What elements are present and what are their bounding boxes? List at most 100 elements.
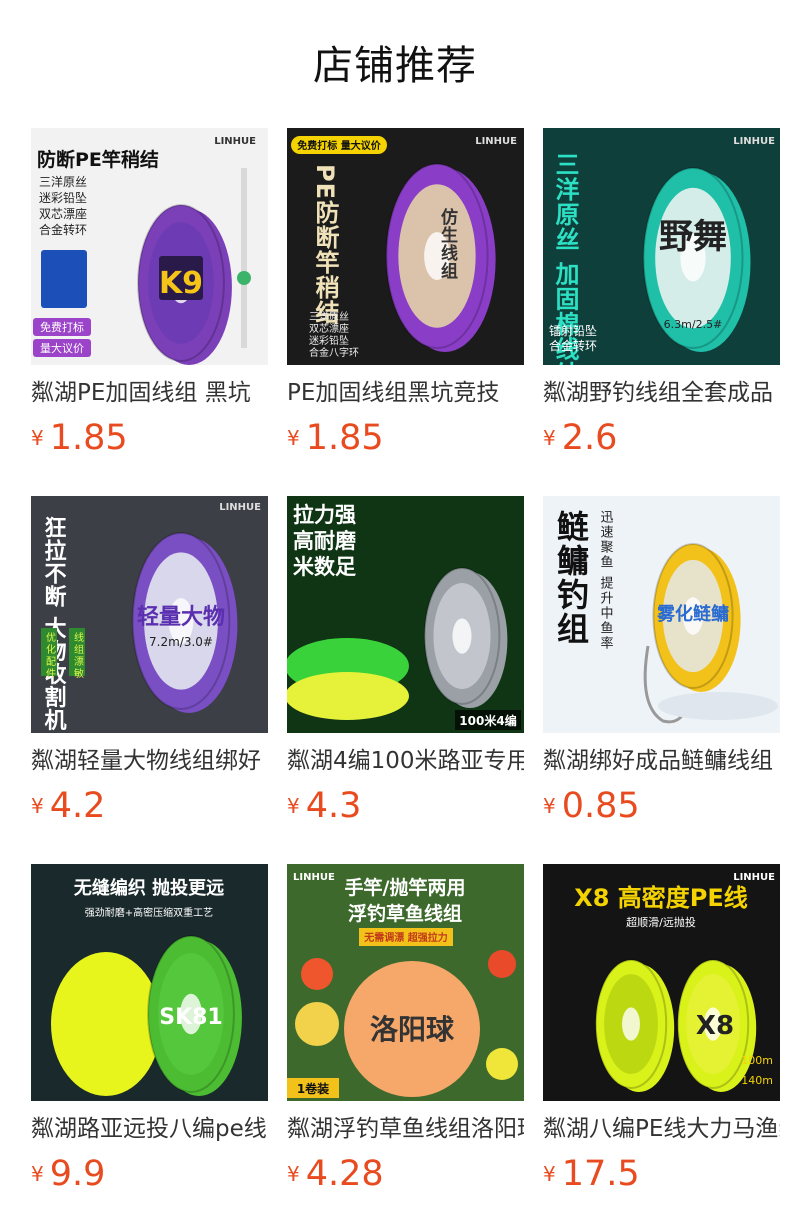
image-headline: 高耐磨 [293,529,356,553]
currency-symbol: ¥ [31,1162,44,1186]
image-headline: 鲢鳙钓组 [552,510,590,646]
currency-symbol: ¥ [543,1162,556,1186]
image-feature: 镭射铅坠 [549,323,597,338]
product-price: ¥9.9 [31,1152,105,1196]
product-card[interactable]: LINHUE 防断PE竿稍结三洋原丝迷彩铅坠 双芯漂座 合金转环 K9 免费打标量大议价粼… [31,128,268,458]
product-name[interactable]: 粼湖浮钓草鱼线组洛阳球 [287,1112,524,1146]
price-value: 1.85 [49,418,128,458]
product-image[interactable]: 无缝编织 抛投更远强劲耐磨+高密压缩双重工艺 SK81 [31,864,268,1101]
spool-label: 洛阳球 [370,1013,455,1046]
image-subtitle: 强劲耐磨+高密压缩双重工艺 [85,906,213,919]
price-value: 9.9 [49,1154,106,1194]
currency-symbol: ¥ [543,794,556,818]
product-name[interactable]: 粼湖轻量大物线组绑好 [31,744,268,778]
brand-logo: LINHUE [219,502,261,513]
image-feature: 双芯漂座 [39,206,87,221]
image-feature: 迷彩铅坠 [309,334,349,347]
product-image[interactable]: LINHUE X8 高密度PE线 超顺滑/远抛投 X8 100m 140m [543,864,780,1101]
brand-logo: LINHUE [475,136,517,147]
product-price: ¥4.28 [287,1152,384,1196]
image-feature: 合金八字环 [309,346,359,359]
product-card[interactable]: 免费打标 量大议价 LINHUE PE防断竿稍结 仿生线组三洋原丝 双芯漂座 迷彩铅坠 合金… [287,128,524,458]
image-headline: 浮钓草鱼线组 [348,902,462,925]
currency-symbol: ¥ [31,794,44,818]
currency-symbol: ¥ [287,794,300,818]
product-image[interactable]: 免费打标 量大议价 LINHUE PE防断竿稍结 仿生线组三洋原丝 双芯漂座 迷彩铅坠 合金… [287,128,524,365]
spool-label: 仿生线组 [437,207,458,280]
size-label: 140m [741,1074,773,1087]
image-headline: 手竿/抛竿两用 [345,876,466,899]
product-card[interactable]: LINHUE 手竿/抛竿两用 浮钓草鱼线组 无需调漂 超强拉力 洛阳球 1卷装 粼湖浮钓草鱼… [287,864,524,1194]
image-badge: 免费打标 [40,320,84,334]
currency-symbol: ¥ [543,426,556,450]
spool-spec: 7.2m/3.0# [149,635,213,649]
image-feature: 迷彩铅坠 [39,191,87,205]
product-card[interactable]: 无缝编织 抛投更远强劲耐磨+高密压缩双重工艺 SK81 粼湖路亚远投八编pe线 ¥9.… [31,864,268,1194]
image-feature: 双芯漂座 [309,322,349,335]
product-image-art: 拉力强高耐磨米数足 100米4编 [287,496,524,733]
currency-symbol: ¥ [287,1162,300,1186]
product-image-art: 免费打标 量大议价 LINHUE PE防断竿稍结 仿生线组三洋原丝双芯漂座迷彩铅坠合金… [287,128,524,365]
product-price: ¥4.3 [287,784,361,828]
price-value: 4.28 [305,1154,384,1194]
product-price: ¥0.85 [543,784,640,828]
product-name[interactable]: 粼湖路亚远投八编pe线 [31,1112,268,1146]
product-image[interactable]: LINHUE 三洋原丝 加固棉线结 野舞 6.3m/2.5# 镭射铅坠 合金转环 [543,128,780,365]
product-name[interactable]: 粼湖野钓线组全套成品 [543,376,780,410]
product-card[interactable]: LINHUE X8 高密度PE线 超顺滑/远抛投 X8 100m 140m 粼湖八编PE线大… [543,864,780,1194]
page-title: 店铺推荐 [313,43,477,89]
product-image-art: 鲢鳙钓组 迅速聚鱼 提升中鱼率 雾化鲢鳙 [543,496,780,733]
spool-label: K9 [159,266,203,301]
price-value: 2.6 [561,418,618,458]
spool-label: SK81 [159,1005,223,1030]
brand-logo: LINHUE [733,136,775,147]
image-feature: 合金转环 [39,222,87,237]
image-feature: 三洋原丝 [309,310,349,323]
product-name[interactable]: 粼湖绑好成品鲢鳙线组 [543,744,780,778]
product-image-art: LINHUE三洋原丝 加固棉线结 野舞6.3m/2.5#镭射铅坠合金转环 [543,128,780,365]
product-image-art: 无缝编织 抛投更远强劲耐磨+高密压缩双重工艺 SK81 [31,864,268,1101]
image-banner: 免费打标 量大议价 [297,139,381,152]
product-card[interactable]: LINHUE 狂拉不断 大物收割机 轻量大物 7.2m/3.0# 优化配件 线组漂敏粼湖轻… [31,496,268,826]
price-value: 17.5 [561,1154,640,1194]
product-image[interactable]: 拉力强 高耐磨 米数足 100米4编 [287,496,524,733]
image-tag: 优化配件 [44,631,56,680]
image-footer: 1卷装 [297,1081,329,1096]
spool-label: 轻量大物 [137,604,225,630]
image-footer: 100米4编 [459,713,516,728]
product-name[interactable]: 粼湖PE加固线组 黑坑 [31,376,268,410]
product-image-art: LINHUE 狂拉不断 大物收割机 轻量大物 7.2m/3.0# 优化配件 线组漂敏 [31,496,268,733]
image-headline: 防断PE竿稍结 [37,148,159,171]
price-value: 4.3 [305,786,362,826]
product-price: ¥1.85 [31,416,128,460]
product-card[interactable]: 拉力强 高耐磨 米数足 100米4编 粼湖4编100米路亚专用 ¥4.3 [287,496,524,826]
product-image-art: LINHUE 手竿/抛竿两用浮钓草鱼线组无需调漂 超强拉力洛阳球 1卷装 [287,864,524,1101]
product-image-art: LINHUEX8 高密度PE线超顺滑/远抛投 X8 100m 140m [543,864,780,1101]
image-feature: 三洋原丝 [39,174,87,189]
brand-logo: LINHUE [214,136,256,147]
product-card[interactable]: LINHUE 三洋原丝 加固棉线结 野舞 6.3m/2.5# 镭射铅坠 合金转环粼湖野钓线… [543,128,780,458]
image-headline: 无缝编织 抛投更远 [74,877,224,899]
image-tag: 线组漂敏 [72,631,84,680]
product-image[interactable]: LINHUE 防断PE竿稍结三洋原丝迷彩铅坠 双芯漂座 合金转环 K9 免费打标量大议价 [31,128,268,365]
product-image[interactable]: LINHUE 狂拉不断 大物收割机 轻量大物 7.2m/3.0# 优化配件 线组漂敏 [31,496,268,733]
image-headline: 狂拉不断 大物收割机 [41,516,67,732]
spool-label: X8 [696,1011,734,1041]
image-ribbon: 无需调漂 超强拉力 [363,931,447,944]
image-headline: 米数足 [293,555,356,579]
image-headline: PE防断竿稍结 [311,164,339,325]
price-value: 1.85 [305,418,384,458]
brand-logo: LINHUE [733,872,775,883]
product-name[interactable]: 粼湖4编100米路亚专用 [287,744,524,778]
product-image-art: LINHUE 防断PE竿稍结三洋原丝迷彩铅坠双芯漂座合金转环 K9 免费打标量大议价 [31,128,268,365]
product-image[interactable]: LINHUE 手竿/抛竿两用 浮钓草鱼线组 无需调漂 超强拉力 洛阳球 1卷装 [287,864,524,1101]
image-badge: 量大议价 [40,341,84,355]
image-headline: X8 高密度PE线 [574,884,748,912]
product-image[interactable]: 鲢鳙钓组 迅速聚鱼 提升中鱼率 雾化鲢鳙 [543,496,780,733]
currency-symbol: ¥ [31,426,44,450]
product-card[interactable]: 鲢鳙钓组 迅速聚鱼 提升中鱼率 雾化鲢鳙粼湖绑好成品鲢鳙线组 ¥0.85 [543,496,780,826]
product-price: ¥4.2 [31,784,105,828]
product-name[interactable]: 粼湖八编PE线大力马渔线 [543,1112,780,1146]
product-name[interactable]: PE加固线组黑坑竞技 [287,376,524,410]
spool-label: 野舞 [659,217,727,257]
